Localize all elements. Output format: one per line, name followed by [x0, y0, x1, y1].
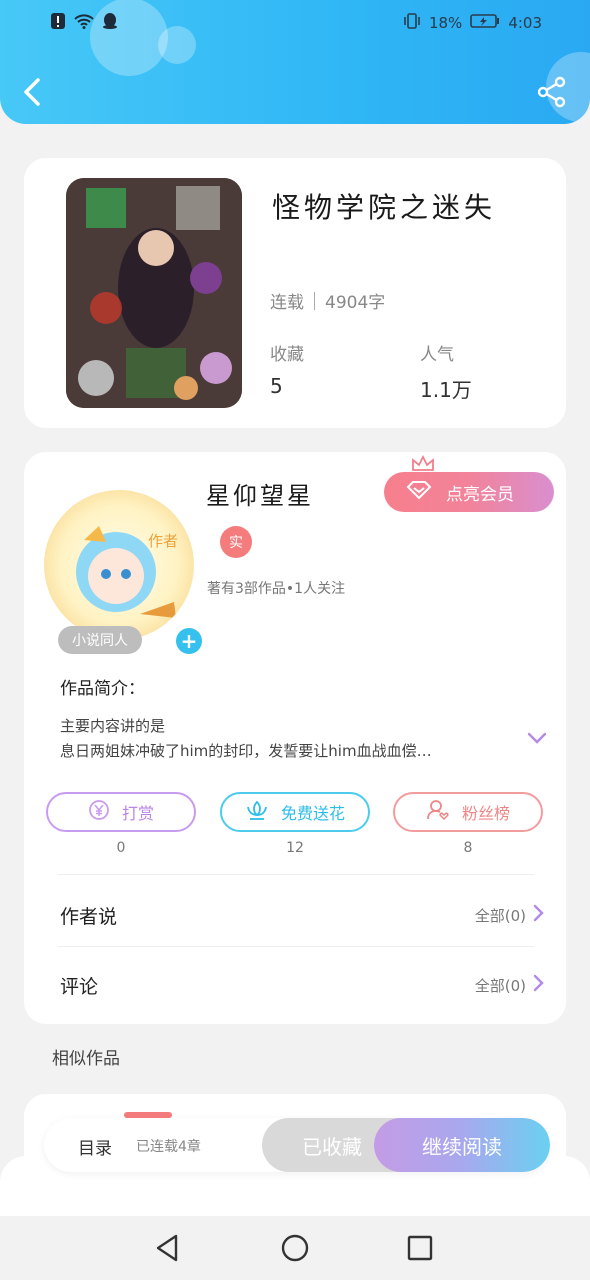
add-tag-button[interactable]: +: [176, 628, 202, 654]
wifi-icon: [74, 13, 94, 33]
share-icon: [537, 76, 566, 108]
share-button[interactable]: [536, 76, 568, 108]
popularity-value: 1.1万: [420, 378, 472, 402]
divider: [58, 874, 534, 875]
favorites-value: 5: [270, 374, 283, 398]
serial-status: 连载: [270, 293, 304, 313]
author-says-label: 作者说: [60, 906, 118, 928]
intro-text[interactable]: 主要内容讲的是 息日两姐妹冲破了him的封印，发誓要让him血战血偿…: [60, 714, 510, 764]
book-cover-image[interactable]: [66, 178, 242, 408]
toc-label: 目录: [78, 1139, 112, 1159]
nav-home-button[interactable]: [279, 1232, 311, 1264]
send-flower-label: 免费送花: [280, 804, 345, 823]
author-card: 作者 星仰望星 点亮会员 实 著有3部作品•1人关注 小说同人 + 作品简介： …: [24, 452, 566, 1024]
flower-icon: [245, 799, 269, 825]
comments-label: 评论: [60, 976, 99, 998]
popularity-label: 人气: [420, 345, 454, 365]
word-count: 4904字: [325, 293, 386, 313]
author-avatar[interactable]: 作者: [44, 490, 194, 640]
vip-label: 点亮会员: [446, 484, 514, 505]
status-bar: 18% 4:03: [0, 8, 590, 38]
chevron-left-icon: [24, 78, 40, 106]
chevron-right-icon: [532, 974, 544, 996]
vibrate-icon: [403, 12, 421, 34]
intro-label: 作品简介：: [60, 679, 145, 699]
qq-icon: [102, 12, 118, 34]
fans-rank-icon: [426, 799, 450, 825]
continue-reading-button[interactable]: 继续阅读: [374, 1118, 550, 1172]
diamond-icon: [406, 480, 432, 505]
reward-button[interactable]: 打赏: [46, 792, 196, 832]
favorites-label: 收藏: [270, 345, 304, 365]
chevron-down-icon[interactable]: [526, 730, 548, 746]
cover-illustration: [66, 178, 242, 408]
similar-works-title: 相似作品: [52, 1049, 120, 1069]
battery-icon: [470, 13, 500, 33]
verified-badge: 实: [220, 526, 252, 558]
battery-percent: 18%: [428, 14, 463, 32]
author-meta: 著有3部作品•1人关注: [207, 581, 346, 597]
flower-count: 12: [286, 840, 304, 856]
fans-count: 8: [463, 840, 473, 856]
activate-vip-button[interactable]: 点亮会员: [384, 472, 554, 512]
back-button[interactable]: [18, 72, 52, 112]
avatar-tag-text: 作者: [148, 532, 178, 550]
alert-icon: [50, 12, 66, 34]
fans-rank-label: 粉丝榜: [461, 804, 510, 823]
genre-tag[interactable]: 小说同人: [58, 626, 142, 654]
square-recents-icon: [407, 1235, 433, 1261]
chevron-right-icon: [532, 904, 544, 926]
circle-home-icon: [281, 1234, 309, 1262]
reward-count: 0: [116, 840, 126, 856]
divider: [314, 291, 315, 310]
nav-back-button[interactable]: [152, 1232, 184, 1264]
divider: [58, 946, 534, 947]
header-bar: 18% 4:03: [0, 0, 590, 124]
book-info-card: 怪物学院之迷失 连载 4904字 收藏 人气 5 1.1万: [24, 158, 566, 428]
nav-recents-button[interactable]: [404, 1232, 436, 1264]
author-says-count: 全部(0): [474, 906, 526, 925]
book-title: 怪物学院之迷失: [272, 191, 497, 224]
author-name[interactable]: 星仰望星: [206, 476, 314, 511]
serial-info: 连载 4904字: [270, 288, 385, 313]
clock-time: 4:03: [508, 14, 542, 32]
send-flower-button[interactable]: 免费送花: [220, 792, 370, 832]
triangle-back-icon: [156, 1234, 178, 1262]
crown-icon: [410, 454, 436, 474]
comments-count: 全部(0): [474, 976, 526, 995]
reader-bar: 目录 已连载4章 已收藏 继续阅读: [44, 1118, 550, 1172]
intro-line-2: 息日两姐妹冲破了him的封印，发誓要让him血战血偿…: [60, 742, 432, 760]
author-says-more: 全部(0): [475, 904, 544, 926]
fans-rank-button[interactable]: 粉丝榜: [393, 792, 543, 832]
toc-status: 已连载4章: [136, 1139, 201, 1155]
comments-more: 全部(0): [475, 974, 544, 996]
intro-line-1: 主要内容讲的是: [60, 717, 166, 735]
yen-coin-icon: [88, 799, 110, 825]
avatar-illustration: 作者: [76, 526, 178, 618]
reward-label: 打赏: [121, 804, 154, 823]
system-nav-bar: [0, 1216, 590, 1280]
